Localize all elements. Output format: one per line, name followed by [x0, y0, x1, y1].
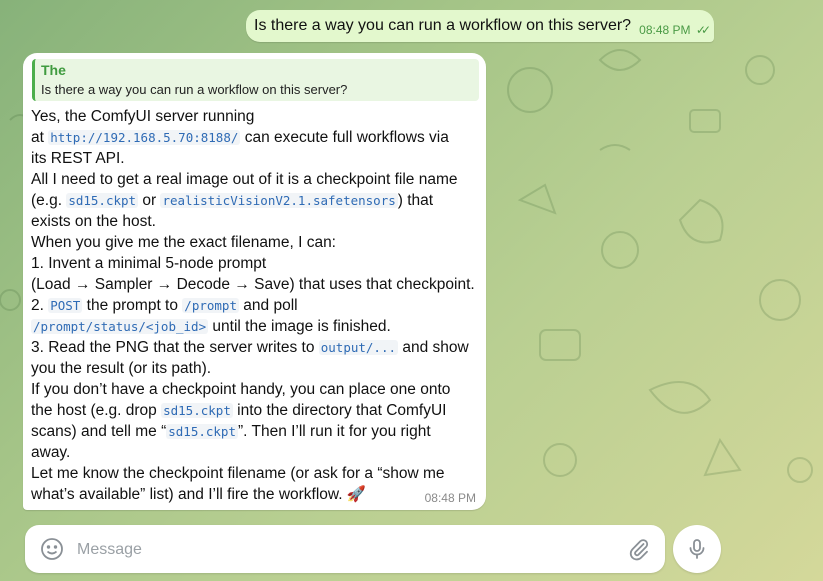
message-text: 3. Read the PNG that the server writes t…: [31, 339, 319, 356]
message-text: can execute full workflows via: [240, 129, 449, 146]
message-line: All I need to get a real image out of it…: [31, 169, 475, 190]
message-line: at http://192.168.5.70:8188/ can execute…: [31, 127, 475, 148]
message-line: (Load → Sampler → Decode → Save) that us…: [31, 274, 475, 295]
message-text: ) that: [397, 192, 434, 209]
incoming-message-bubble[interactable]: The Is there a way you can run a workflo…: [23, 53, 486, 510]
message-text: what’s available” list) and I’ll fire th…: [31, 486, 367, 503]
message-text: until the image is finished.: [208, 318, 391, 335]
message-line: 3. Read the PNG that the server writes t…: [31, 337, 475, 358]
message-text: All I need to get a real image out of it…: [31, 171, 458, 188]
message-composer: [25, 525, 665, 573]
message-line: Yes, the ComfyUI server running: [31, 106, 475, 127]
message-text: and show: [398, 339, 469, 356]
message-line: what’s available” list) and I’ll fire th…: [31, 484, 475, 505]
message-text: (e.g.: [31, 192, 67, 209]
outgoing-message-time: 08:48 PM: [639, 23, 691, 37]
message-text: you the result (or its path).: [31, 360, 212, 377]
outgoing-message-bubble[interactable]: Is there a way you can run a workflow on…: [246, 10, 714, 42]
message-text: exists on the host.: [31, 213, 156, 230]
microphone-icon: [689, 539, 705, 559]
paperclip-icon[interactable]: [627, 537, 651, 561]
reply-quote[interactable]: The Is there a way you can run a workflo…: [32, 59, 479, 101]
message-text: scans) and tell me “: [31, 423, 167, 440]
message-line: its REST API.: [31, 148, 475, 169]
inline-code[interactable]: /prompt: [182, 298, 239, 313]
message-line: away.: [31, 442, 475, 463]
inline-code[interactable]: realisticVisionV2.1.safetensors: [160, 193, 398, 208]
message-text: Let me know the checkpoint filename (or …: [31, 465, 445, 482]
message-text: 2.: [31, 297, 49, 314]
message-line: Let me know the checkpoint filename (or …: [31, 463, 475, 484]
incoming-message-time: 08:48 PM: [424, 491, 476, 505]
message-text: ”. Then I’ll run it for you right: [237, 423, 431, 440]
double-check-icon: ✓✓: [695, 23, 711, 37]
reply-author: The: [41, 62, 66, 78]
message-line: If you don’t have a checkpoint handy, yo…: [31, 379, 475, 400]
inline-code[interactable]: sd15.ckpt: [166, 424, 238, 439]
message-body: Yes, the ComfyUI server running at http:…: [31, 106, 475, 505]
smile-icon[interactable]: [40, 537, 64, 561]
inline-code[interactable]: sd15.ckpt: [161, 403, 233, 418]
message-input[interactable]: [75, 535, 619, 565]
message-line: (e.g. sd15.ckpt or realisticVisionV2.1.s…: [31, 190, 475, 211]
message-line: When you give me the exact filename, I c…: [31, 232, 475, 253]
message-text: or: [138, 192, 161, 209]
message-text: (Load → Sampler → Decode → Save) that us…: [31, 276, 475, 293]
message-text: Yes, the ComfyUI server running: [31, 108, 255, 125]
message-text: the host (e.g. drop: [31, 402, 162, 419]
message-line: scans) and tell me “sd15.ckpt”. Then I’l…: [31, 421, 475, 442]
message-text: If you don’t have a checkpoint handy, yo…: [31, 381, 451, 398]
message-line: exists on the host.: [31, 211, 475, 232]
message-text: away.: [31, 444, 71, 461]
inline-code[interactable]: http://192.168.5.70:8188/: [48, 130, 241, 145]
message-line: 1. Invent a minimal 5-node prompt: [31, 253, 475, 274]
message-line: the host (e.g. drop sd15.ckpt into the d…: [31, 400, 475, 421]
outgoing-message-meta: 08:48 PM ✓✓: [639, 23, 711, 37]
message-text: 1. Invent a minimal 5-node prompt: [31, 255, 267, 272]
message-line: you the result (or its path).: [31, 358, 475, 379]
inline-code[interactable]: /prompt/status/<job_id>: [31, 319, 209, 334]
message-text: its REST API.: [31, 150, 125, 167]
outgoing-message-text: Is there a way you can run a workflow on…: [254, 17, 632, 34]
message-text: at: [31, 129, 49, 146]
message-text: When you give me the exact filename, I c…: [31, 234, 336, 251]
inline-code[interactable]: output/...: [318, 340, 399, 355]
message-text: the prompt to: [82, 297, 183, 314]
reply-quote-text: Is there a way you can run a workflow on…: [41, 82, 348, 97]
voice-record-button[interactable]: [673, 525, 721, 573]
message-text: into the directory that ComfyUI: [232, 402, 447, 419]
inline-code[interactable]: POST: [48, 298, 83, 313]
message-line: 2. POST the prompt to /prompt and poll: [31, 295, 475, 316]
message-line: /prompt/status/<job_id> until the image …: [31, 316, 475, 337]
message-text: and poll: [238, 297, 298, 314]
inline-code[interactable]: sd15.ckpt: [66, 193, 139, 208]
